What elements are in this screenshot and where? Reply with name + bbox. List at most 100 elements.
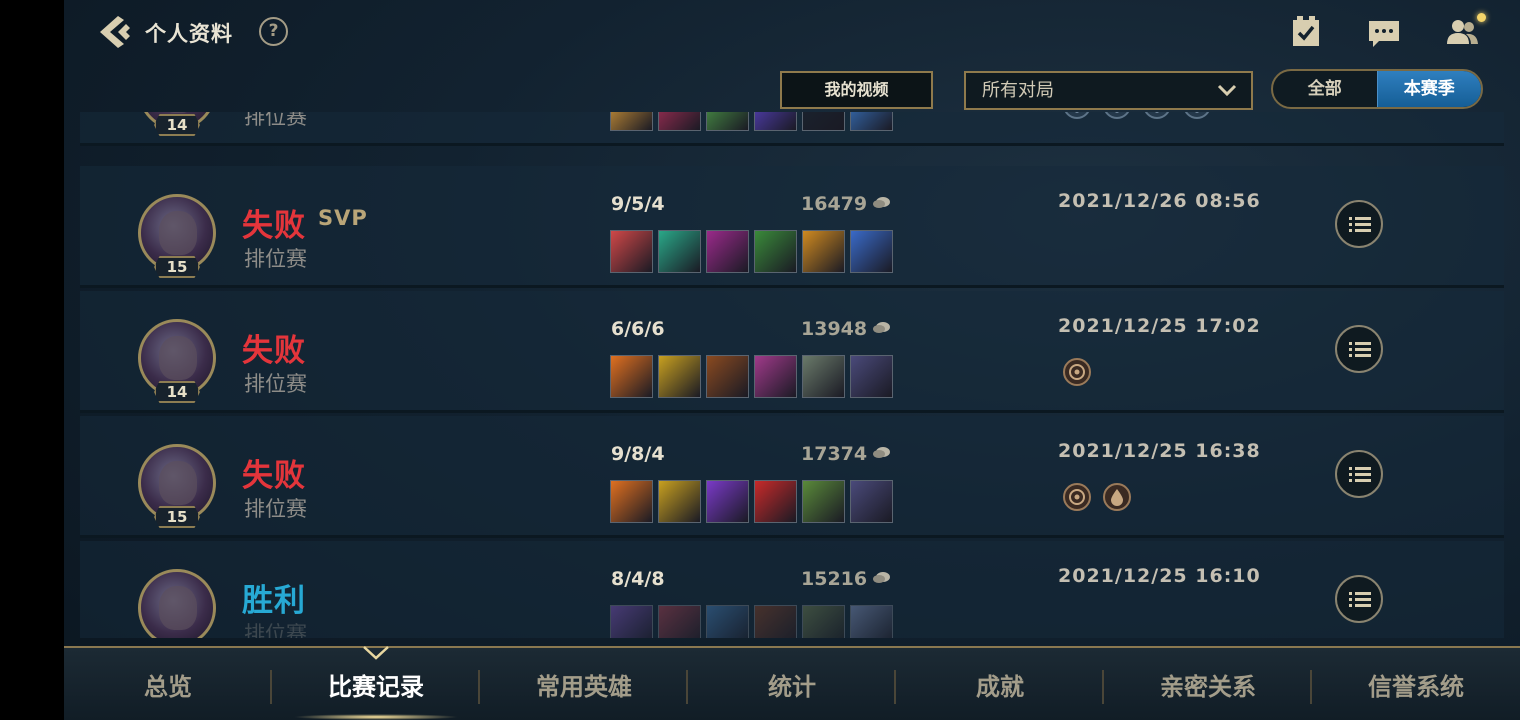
my-videos-button[interactable]: 我的视频 bbox=[780, 71, 933, 109]
tab-honor-system[interactable]: 信誉系统 bbox=[1312, 648, 1520, 720]
item-icon bbox=[706, 230, 749, 273]
item-icon bbox=[754, 605, 797, 638]
match-mode: 排位赛 bbox=[244, 247, 307, 271]
shield-badge-icon bbox=[1064, 112, 1090, 119]
list-icon bbox=[1349, 342, 1371, 357]
tab-match-history[interactable]: 比赛记录 bbox=[272, 646, 480, 720]
item-icon bbox=[754, 230, 797, 273]
tab-label: 亲密关系 bbox=[1160, 673, 1256, 701]
item-icon bbox=[706, 355, 749, 398]
blood-drop-badge-icon bbox=[1103, 483, 1131, 511]
kda-score: 9/5/4 bbox=[611, 193, 665, 215]
item-slots bbox=[610, 355, 893, 398]
profile-screen: 个人资料 ? 我的视频 所有对局 全部 本赛季 14 排位赛 15 失败 SVP… bbox=[64, 0, 1520, 720]
achievement-badge-icon bbox=[1063, 358, 1091, 386]
match-badges bbox=[1062, 482, 1132, 512]
toggle-all[interactable]: 全部 bbox=[1273, 71, 1377, 107]
match-detail-button[interactable] bbox=[1335, 325, 1383, 373]
match-result: 胜利 bbox=[242, 583, 306, 619]
item-icon bbox=[754, 480, 797, 523]
item-slots bbox=[610, 230, 893, 273]
item-icon bbox=[754, 112, 797, 131]
level-badge: 14 bbox=[154, 114, 200, 136]
level-badge: 14 bbox=[154, 381, 200, 403]
notification-dot bbox=[1477, 13, 1486, 22]
item-icon bbox=[850, 480, 893, 523]
item-icon bbox=[610, 112, 653, 131]
match-date: 2021/12/25 16:38 bbox=[1058, 440, 1261, 462]
list-icon bbox=[1349, 467, 1371, 482]
item-icon bbox=[658, 480, 701, 523]
gold-earned: 13948 bbox=[801, 318, 891, 340]
shield-badge-icon bbox=[1144, 112, 1170, 119]
back-arrow-icon[interactable] bbox=[96, 12, 136, 52]
kda-score: 8/4/8 bbox=[611, 568, 665, 590]
active-tab-caret-icon bbox=[363, 646, 389, 660]
item-icon bbox=[850, 355, 893, 398]
list-icon bbox=[1349, 217, 1371, 232]
page-title: 个人资料 bbox=[145, 22, 233, 46]
gold-coin-icon bbox=[873, 322, 891, 333]
chat-icon[interactable] bbox=[1366, 14, 1402, 50]
item-icon bbox=[610, 605, 653, 638]
item-slots bbox=[610, 112, 893, 131]
level-badge: 15 bbox=[154, 256, 200, 278]
match-list[interactable]: 14 排位赛 15 失败 SVP 排位赛 9/5/4 16479 2021/12… bbox=[80, 112, 1504, 638]
tasks-icon[interactable] bbox=[1288, 14, 1324, 50]
item-icon bbox=[802, 605, 845, 638]
gold-earned: 16479 bbox=[801, 193, 891, 215]
match-row[interactable]: 14 排位赛 bbox=[80, 112, 1504, 146]
gold-value: 16479 bbox=[801, 193, 868, 215]
match-detail-button[interactable] bbox=[1335, 200, 1383, 248]
item-icon bbox=[610, 480, 653, 523]
item-icon bbox=[658, 112, 701, 131]
item-icon bbox=[850, 230, 893, 273]
tab-overview[interactable]: 总览 bbox=[64, 648, 272, 720]
match-row[interactable]: 胜利 排位赛 8/4/8 15216 2021/12/25 16:10 bbox=[80, 541, 1504, 638]
match-filter-select[interactable]: 所有对局 bbox=[964, 71, 1253, 110]
tab-statistics[interactable]: 统计 bbox=[688, 648, 896, 720]
match-row[interactable]: 15 失败 排位赛 9/8/4 17374 2021/12/25 16:38 bbox=[80, 416, 1504, 538]
gold-value: 13948 bbox=[801, 318, 868, 340]
match-result: 失败 bbox=[242, 333, 306, 369]
gold-value: 17374 bbox=[801, 443, 868, 465]
match-detail-button[interactable] bbox=[1335, 450, 1383, 498]
tab-close-relations[interactable]: 亲密关系 bbox=[1104, 648, 1312, 720]
match-mode: 排位赛 bbox=[244, 497, 307, 521]
match-badges bbox=[1062, 112, 1212, 120]
match-row[interactable]: 15 失败 SVP 排位赛 9/5/4 16479 2021/12/26 08:… bbox=[80, 166, 1504, 288]
gold-value: 15216 bbox=[801, 568, 868, 590]
item-icon bbox=[610, 230, 653, 273]
match-row[interactable]: 14 失败 排位赛 6/6/6 13948 2021/12/25 17:02 bbox=[80, 291, 1504, 413]
friends-icon[interactable] bbox=[1444, 14, 1480, 50]
match-badges bbox=[1062, 357, 1092, 387]
help-icon[interactable]: ? bbox=[259, 17, 288, 46]
tab-achievements[interactable]: 成就 bbox=[896, 648, 1104, 720]
item-icon bbox=[802, 112, 845, 131]
match-detail-button[interactable] bbox=[1335, 575, 1383, 623]
tab-label: 比赛记录 bbox=[328, 673, 424, 701]
kda-score: 9/8/4 bbox=[611, 443, 665, 465]
gold-coin-icon bbox=[873, 197, 891, 208]
active-tab-glow bbox=[292, 714, 460, 720]
item-icon bbox=[802, 355, 845, 398]
shield-badge-icon bbox=[1184, 112, 1210, 119]
match-date: 2021/12/25 16:10 bbox=[1058, 565, 1261, 587]
gold-coin-icon bbox=[873, 572, 891, 583]
item-slots bbox=[610, 605, 893, 638]
gold-earned: 17374 bbox=[801, 443, 891, 465]
tab-frequent-heroes[interactable]: 常用英雄 bbox=[480, 648, 688, 720]
item-icon bbox=[754, 355, 797, 398]
item-icon bbox=[658, 355, 701, 398]
tab-label: 常用英雄 bbox=[536, 673, 632, 701]
gold-earned: 15216 bbox=[801, 568, 891, 590]
match-mode: 排位赛 bbox=[244, 622, 307, 638]
tab-label: 成就 bbox=[976, 673, 1024, 701]
item-icon bbox=[802, 480, 845, 523]
toggle-this-season[interactable]: 本赛季 bbox=[1376, 71, 1481, 107]
match-result: 失败 bbox=[242, 208, 306, 244]
season-toggle[interactable]: 全部 本赛季 bbox=[1271, 69, 1483, 109]
match-mode: 排位赛 bbox=[244, 112, 307, 129]
shield-badge-icon bbox=[1104, 112, 1130, 119]
level-badge: 15 bbox=[154, 506, 200, 528]
